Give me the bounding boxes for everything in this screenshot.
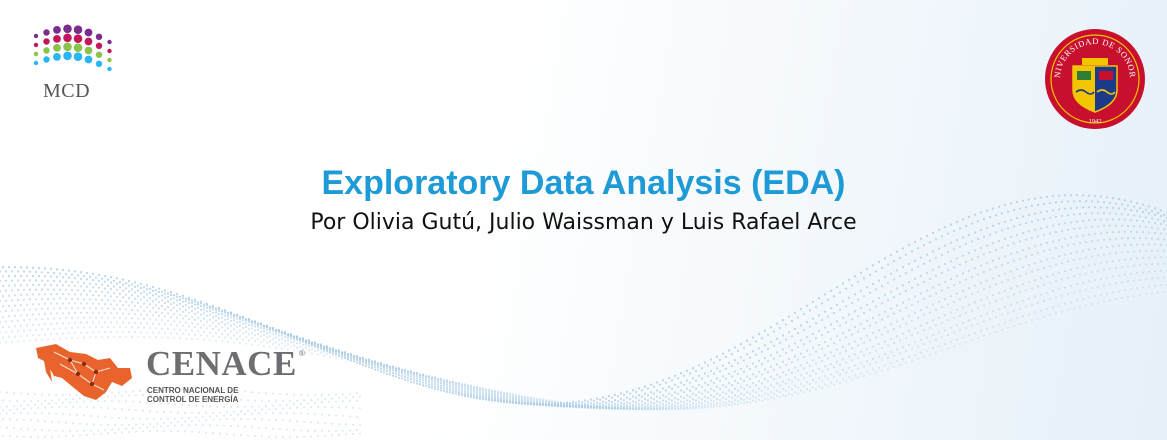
cenace-subtitle-line2: CONTROL DE ENERGÍA — [147, 395, 239, 404]
slide-title: Exploratory Data Analysis (EDA) — [321, 164, 846, 202]
cenace-subtitle-line1: CENTRO NACIONAL DE — [147, 386, 239, 395]
university-seal-icon: UNIVERSIDAD DE SONORA 1942 — [1044, 28, 1145, 129]
mexico-map-network-icon — [36, 344, 132, 400]
cenace-registered-mark: ® — [299, 349, 305, 358]
title-slide: MCD UNIVERSIDAD DE SONORA 1942 Explorato… — [0, 0, 1167, 440]
mcd-logo-text: MCD — [43, 80, 91, 102]
seal-year: 1942 — [1089, 118, 1102, 125]
cenace-subtitle: CENTRO NACIONAL DE CONTROL DE ENERGÍA — [147, 386, 238, 404]
slide-subtitle: Por Olivia Gutú, Julio Waissman y Luis R… — [310, 210, 857, 235]
cenace-name: CENACE — [146, 344, 297, 383]
